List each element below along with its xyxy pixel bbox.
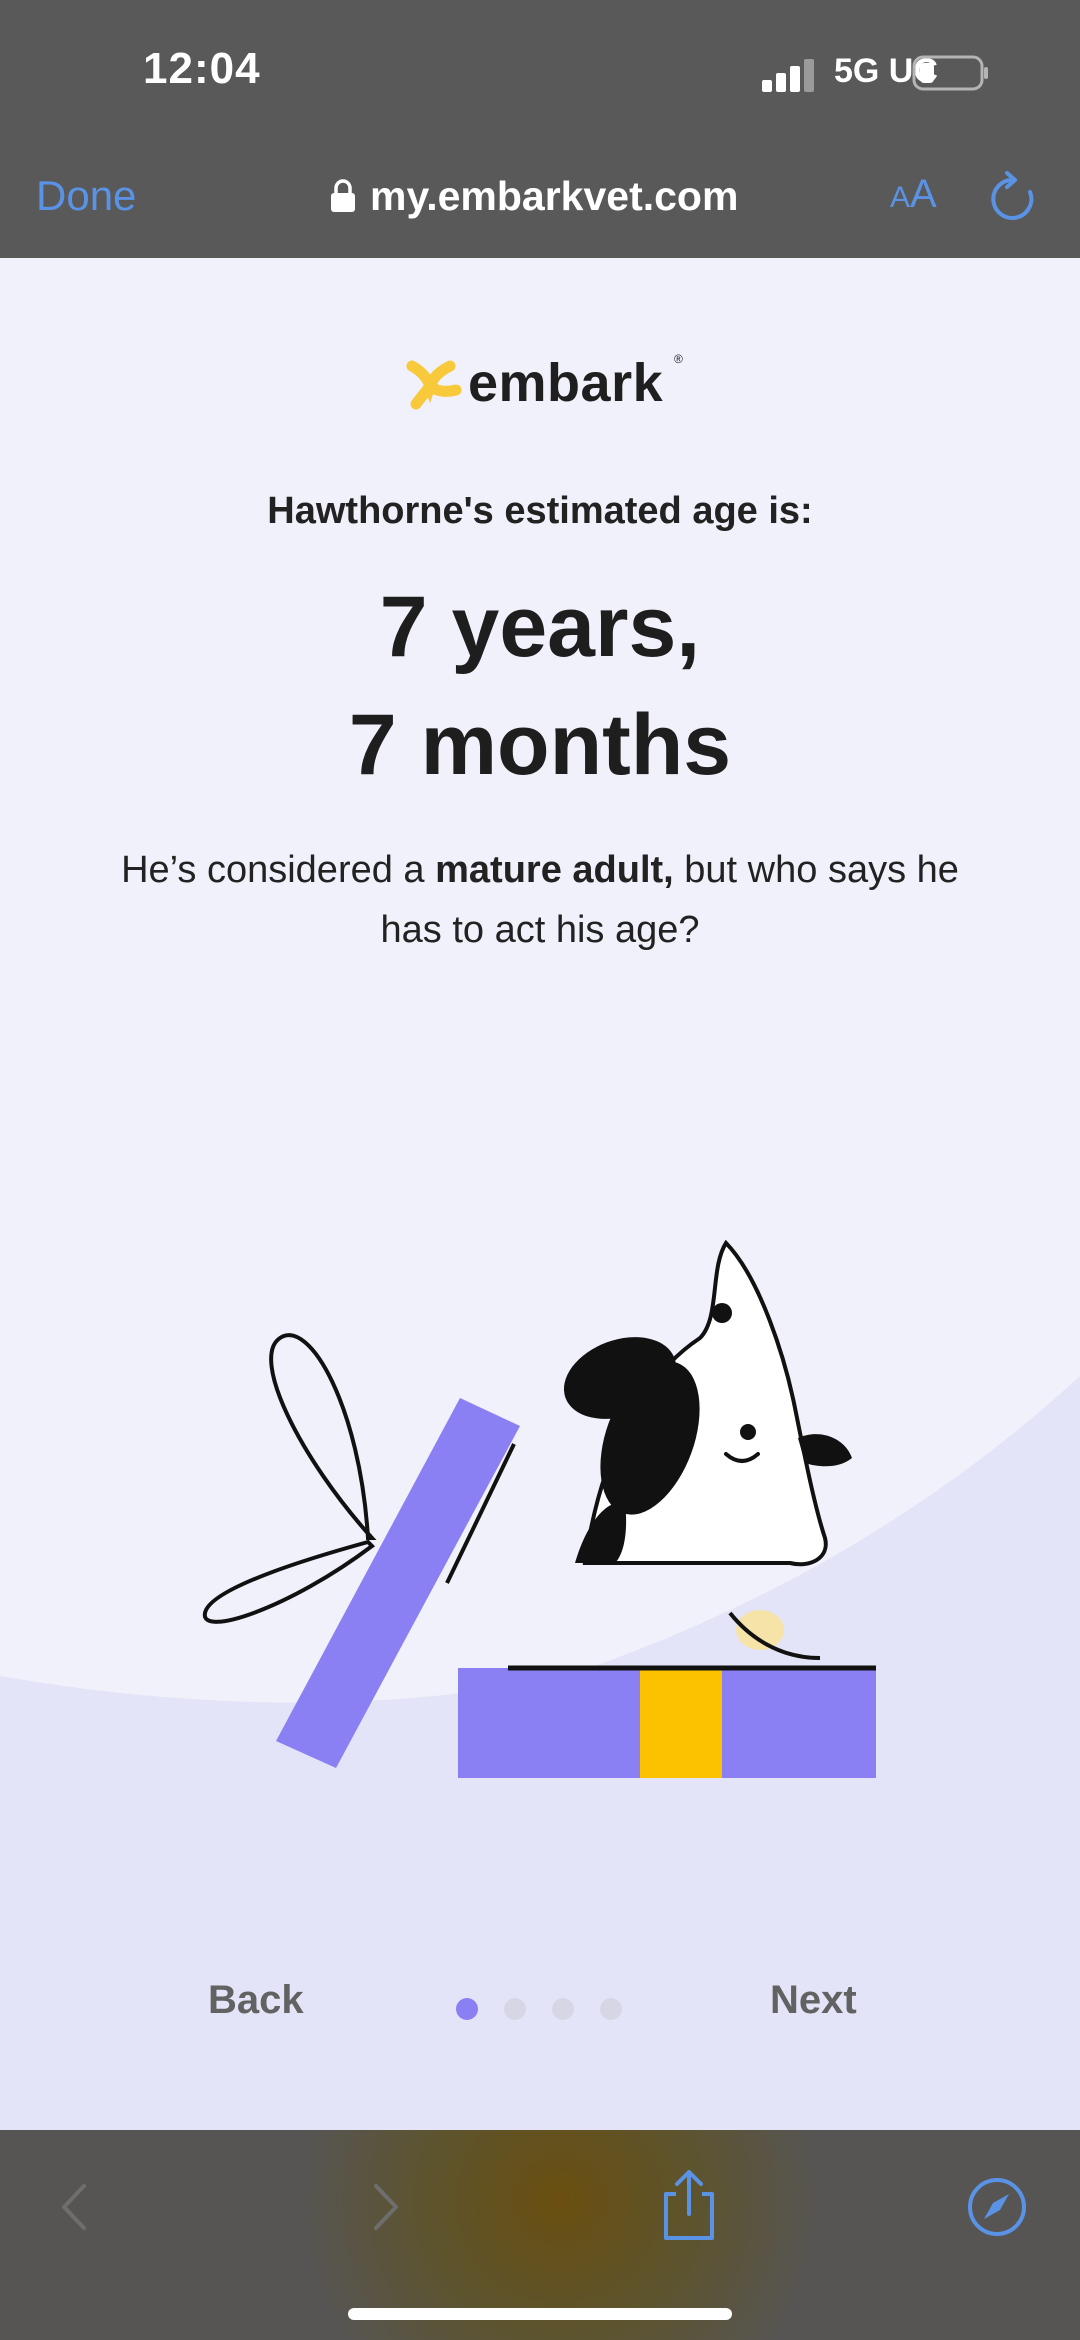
page-dot-2[interactable] bbox=[504, 1998, 526, 2020]
text-size-large-label: A bbox=[910, 172, 937, 216]
embark-wordmark: embark bbox=[468, 353, 664, 413]
registered-mark: ® bbox=[674, 352, 683, 366]
url-text: my.embarkvet.com bbox=[370, 172, 739, 219]
age-description: He’s considered a mature adult, but who … bbox=[100, 840, 980, 960]
chevron-right-icon[interactable] bbox=[350, 2172, 420, 2242]
compass-icon[interactable] bbox=[962, 2172, 1032, 2242]
gift-box bbox=[458, 1665, 876, 1778]
embark-logo-icon bbox=[406, 360, 462, 410]
browser-top-bar: 12:04 5G UC Done my.embarkvet.com AA bbox=[0, 0, 1080, 258]
estimated-age: 7 years, 7 months bbox=[0, 568, 1080, 804]
text-size-button[interactable]: AA bbox=[890, 172, 937, 217]
page-dot-1[interactable] bbox=[456, 1998, 478, 2020]
onboarding-nav: Back Next bbox=[0, 1978, 1080, 2058]
status-time: 12:04 bbox=[143, 44, 261, 93]
reload-icon[interactable] bbox=[990, 170, 1036, 224]
home-indicator bbox=[348, 2308, 732, 2320]
done-button[interactable]: Done bbox=[36, 172, 136, 220]
page-content: embark ® Hawthorne's estimated age is: 7… bbox=[0, 258, 1080, 2130]
chevron-left-icon[interactable] bbox=[40, 2172, 110, 2242]
desc-text-before: He’s considered a bbox=[121, 849, 436, 891]
next-button[interactable]: Next bbox=[770, 1978, 857, 2023]
page-dot-4[interactable] bbox=[600, 1998, 622, 2020]
address-bar[interactable]: my.embarkvet.com bbox=[330, 170, 738, 222]
dog bbox=[563, 1239, 852, 1660]
page-subtitle: Hawthorne's estimated age is: bbox=[267, 490, 813, 532]
battery-icon bbox=[912, 55, 988, 91]
text-size-small-label: A bbox=[890, 181, 911, 214]
age-years: 7 years, bbox=[379, 579, 701, 675]
age-months: 7 months bbox=[348, 697, 732, 793]
signal-icon bbox=[762, 59, 814, 92]
dog-gift-illustration bbox=[202, 1239, 876, 1778]
back-button[interactable]: Back bbox=[208, 1978, 304, 2023]
page-indicator bbox=[456, 1998, 622, 2020]
browser-toolbar bbox=[0, 2130, 1080, 2340]
embark-logo: embark ® bbox=[400, 338, 690, 418]
desc-bold: mature adult, bbox=[435, 849, 674, 891]
share-icon[interactable] bbox=[654, 2166, 724, 2242]
gift-bow bbox=[202, 1333, 377, 1624]
lock-icon bbox=[331, 179, 355, 212]
page-dot-3[interactable] bbox=[552, 1998, 574, 2020]
